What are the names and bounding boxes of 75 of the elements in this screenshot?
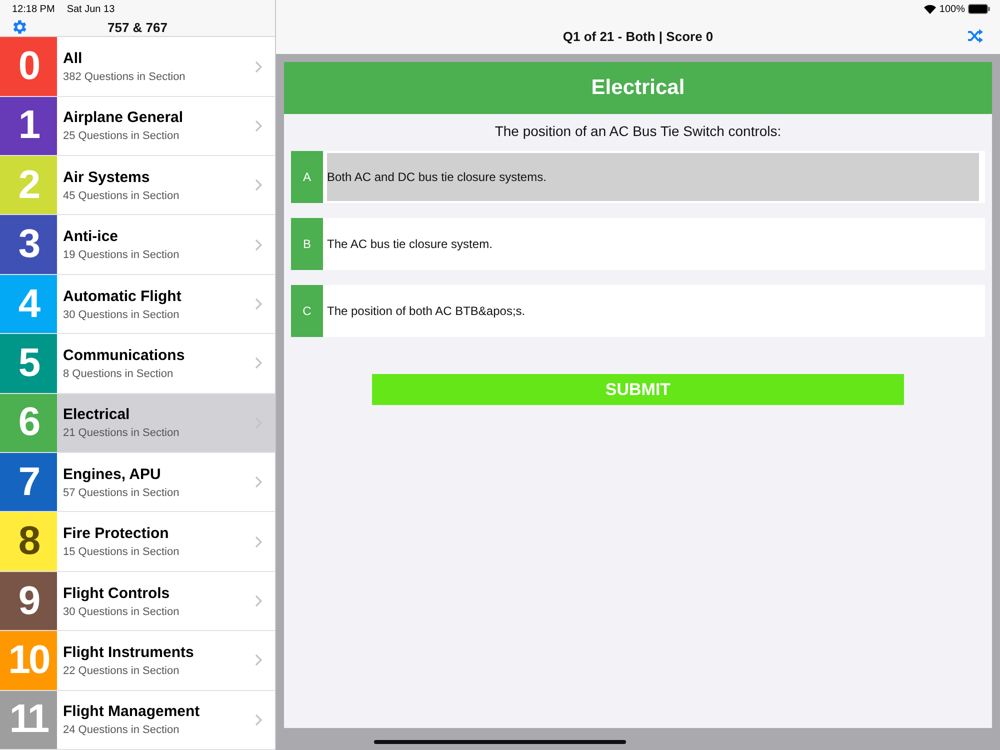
- chevron-icon: [255, 60, 263, 72]
- section-subtitle: 45 Questions in Section: [63, 190, 180, 202]
- section-subtitle: 8 Questions in Section: [63, 368, 174, 380]
- sidebar-title: 757 & 767: [108, 20, 168, 35]
- question-counter: Q1 of 21 - Both | Score 0: [562, 28, 714, 44]
- section-subtitle: 21 Questions in Section: [63, 427, 180, 440]
- section-subtitle: 19 Questions in Section: [63, 249, 180, 262]
- section-subtitle: 24 Questions in Section: [63, 724, 180, 736]
- battery-icon: [968, 4, 990, 14]
- shuffle-icon[interactable]: [967, 29, 983, 43]
- section-title: Airplane General: [63, 109, 184, 126]
- section-row[interactable]: 3 Anti-ice 19 Questions in Section: [0, 215, 275, 275]
- section-subtitle: 57 Questions in Section: [63, 486, 180, 499]
- section-subtitle: 30 Questions in Section: [63, 308, 180, 321]
- section-header: Electrical: [284, 62, 992, 114]
- battery-percent: 100%: [939, 4, 965, 14]
- section-subtitle: 22 Questions in Section: [63, 664, 180, 677]
- answer-letter: B: [291, 218, 323, 270]
- answer-option[interactable]: B The AC bus tie closure system.: [291, 218, 985, 270]
- section-subtitle: 382 Questions in Section: [63, 71, 186, 83]
- section-title: Air Systems: [63, 168, 151, 186]
- section-row[interactable]: 1 Airplane General 25 Questions in Section: [0, 96, 275, 156]
- section-number: 6: [0, 394, 57, 452]
- question-text: The position of an AC Bus Tie Switch controls:: [494, 122, 782, 141]
- section-title: Fire Protection: [63, 525, 170, 542]
- section-row[interactable]: 8 Fire Protection 15 Questions in Section: [0, 512, 275, 572]
- section-title: Flight Management: [63, 703, 201, 720]
- chevron-icon: [255, 357, 263, 370]
- answer-option[interactable]: A Both AC and DC bus tie closure systems.: [291, 151, 985, 203]
- section-title: Engines, APU: [63, 466, 162, 483]
- section-number: 9: [0, 572, 57, 630]
- section-number: 11: [0, 690, 57, 749]
- answer-option[interactable]: C The position of both AC BTB&apos;s.: [291, 285, 985, 337]
- section-number: 4: [0, 274, 57, 334]
- section-title: Electrical: [63, 406, 131, 424]
- section-title: Automatic Flight: [63, 288, 182, 305]
- section-row[interactable]: 9 Flight Controls 30 Questions in Section: [0, 572, 275, 632]
- section-number: 0: [0, 37, 57, 96]
- section-number: 2: [0, 156, 57, 214]
- wifi-icon: [924, 4, 936, 14]
- section-number: 1: [0, 96, 57, 156]
- chevron-icon: [255, 120, 263, 132]
- chevron-icon: [255, 298, 263, 310]
- status-time: 12:18 PM: [12, 4, 55, 14]
- section-title: Flight Controls: [63, 584, 171, 602]
- section-number: 5: [0, 334, 57, 393]
- section-title: All: [63, 50, 84, 67]
- section-row[interactable]: 4 Automatic Flight 30 Questions in Section: [0, 274, 275, 334]
- answer-letter: A: [291, 151, 323, 203]
- chevron-icon: [255, 654, 263, 666]
- chevron-icon: [255, 714, 263, 726]
- section-number: 8: [0, 512, 57, 571]
- answer-text: Both AC and DC bus tie closure systems.: [327, 153, 979, 201]
- section-number: 7: [0, 453, 57, 512]
- section-title: Communications: [63, 346, 186, 364]
- section-subtitle: 15 Questions in Section: [63, 546, 180, 558]
- section-row[interactable]: 2 Air Systems 45 Questions in Section: [0, 156, 275, 216]
- section-subtitle: 30 Questions in Section: [63, 606, 180, 618]
- section-row[interactable]: 5 Communications 8 Questions in Section: [0, 334, 275, 394]
- section-subtitle: 25 Questions in Section: [63, 130, 180, 142]
- section-row[interactable]: 11 Flight Management 24 Questions in Section: [0, 690, 275, 750]
- answer-letter: C: [291, 285, 323, 337]
- section-row[interactable]: 0 All 382 Questions in Section: [0, 37, 275, 97]
- chevron-icon: [255, 238, 263, 251]
- status-date: Sat Jun 13: [66, 4, 115, 14]
- section-title: Flight Instruments: [63, 644, 195, 661]
- section-number: 3: [0, 215, 57, 274]
- chevron-icon: [255, 476, 263, 488]
- chevron-icon: [255, 595, 263, 608]
- section-number: 10: [0, 631, 57, 690]
- chevron-icon: [255, 179, 263, 192]
- chevron-icon: [255, 536, 263, 548]
- section-title: Anti-ice: [63, 228, 120, 246]
- section-row[interactable]: 6 Electrical 21 Questions in Section: [0, 394, 275, 454]
- section-row[interactable]: 7 Engines, APU 57 Questions in Section: [0, 453, 275, 512]
